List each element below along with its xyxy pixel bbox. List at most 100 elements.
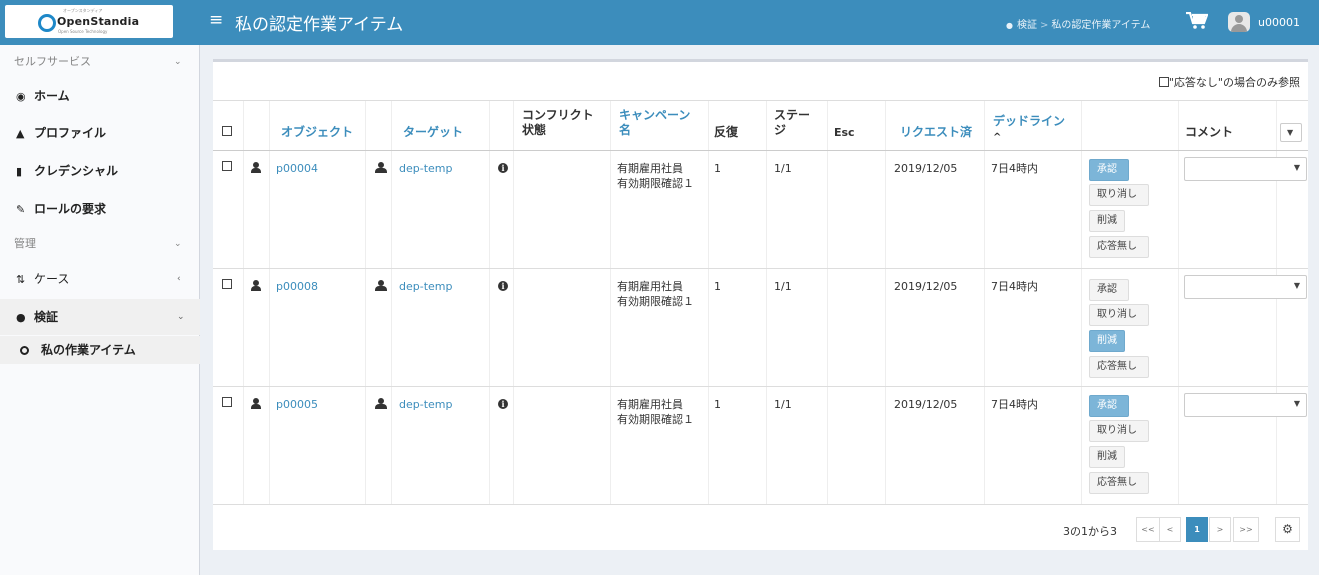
sidebar-section-label: 管理 (14, 237, 36, 250)
select-all-checkbox[interactable] (222, 126, 232, 136)
column-header-campaign[interactable]: キャンペーン名 (619, 108, 690, 138)
row-object-link[interactable]: p00005 (276, 397, 318, 412)
row-deadline: 7日4時内 (991, 280, 1038, 293)
approve-button[interactable]: 承認 (1089, 279, 1129, 301)
reduce-button[interactable]: 削減 (1089, 446, 1125, 468)
column-header-campaign-line1: キャンペーン (619, 108, 691, 122)
user-icon (251, 162, 261, 173)
no-answer-checkbox[interactable] (1158, 77, 1169, 87)
approve-button[interactable]: 承認 (1089, 159, 1129, 181)
no-answer-button[interactable]: 応答無し (1089, 236, 1149, 258)
row-comment-select[interactable]: ▼ (1184, 393, 1307, 417)
username[interactable]: u00001 (1258, 16, 1300, 29)
row-campaign-line2: 有効期限確認１ (617, 177, 694, 190)
row-iteration: 1 (714, 398, 721, 411)
info-icon[interactable]: i (498, 163, 508, 173)
column-header-conflict-line2: 状態 (522, 123, 547, 137)
sidebar-item-case[interactable]: ⇅ ケース ‹ (0, 261, 200, 297)
no-answer-filter-label: "応答なし"の場合のみ参照 (1168, 76, 1300, 89)
user-icon: ▲ (16, 127, 25, 140)
user-icon (251, 398, 261, 409)
column-header-stage-line1: ステー (774, 108, 811, 122)
prev-page-button[interactable]: < (1159, 517, 1181, 542)
top-header: オープンスタンディア OpenStandia Open Source Techn… (0, 0, 1319, 45)
row-target-link[interactable]: dep-temp (399, 279, 452, 294)
chevron-down-icon: ⌄ (177, 312, 185, 322)
sort-icon: ⇅ (16, 273, 26, 286)
info-icon[interactable]: i (498, 281, 508, 291)
next-page-button[interactable]: > (1209, 517, 1231, 542)
row-requested-date: 2019/12/05 (894, 398, 958, 411)
column-header-object[interactable]: オブジェクト (281, 125, 353, 140)
sidebar-item-label: ロールの要求 (34, 202, 107, 216)
no-answer-button[interactable]: 応答無し (1089, 472, 1149, 494)
approve-button[interactable]: 承認 (1089, 395, 1129, 417)
logo-text: OpenStandia (57, 15, 140, 28)
row-checkbox[interactable] (222, 397, 232, 407)
chevron-down-icon: ⌄ (174, 239, 182, 249)
no-answer-button[interactable]: 応答無し (1089, 356, 1149, 378)
sidebar-item-label: ケース (34, 272, 70, 286)
caret-down-icon: ▼ (1287, 128, 1294, 137)
column-header-conflict: コンフリクト 状態 (522, 108, 594, 138)
cart-icon[interactable] (1186, 11, 1209, 35)
breadcrumb-item-verify[interactable]: 検証 (1017, 20, 1037, 31)
menu-toggle-icon[interactable]: ≡ (209, 10, 223, 30)
first-page-button[interactable]: << (1136, 517, 1160, 542)
row-target-link[interactable]: dep-temp (399, 161, 452, 176)
column-header-stage: ステージ (774, 108, 810, 138)
logo[interactable]: オープンスタンディア OpenStandia Open Source Techn… (5, 5, 173, 38)
sidebar-section-admin[interactable]: 管理 ⌄ (0, 229, 200, 259)
row-object-link[interactable]: p00004 (276, 161, 318, 176)
sidebar-item-role-request[interactable]: ✎ ロールの要求 (0, 191, 200, 227)
row-comment-select[interactable]: ▼ (1184, 157, 1307, 181)
row-campaign-line1: 有期雇用社員 (617, 162, 683, 175)
row-target-link[interactable]: dep-temp (399, 397, 452, 412)
sidebar-item-home[interactable]: ◉ ホーム (0, 78, 200, 114)
sidebar-subitem-my-work-items[interactable]: 私の作業アイテム (0, 336, 200, 364)
pagination-info: 3の1から3 (1063, 525, 1117, 538)
sidebar-item-credentials[interactable]: ▮ クレデンシャル (0, 153, 200, 189)
breadcrumb: ● 検証 > 私の認定作業アイテム (1006, 20, 1151, 31)
user-avatar-icon[interactable] (1228, 12, 1250, 32)
column-options-dropdown[interactable]: ▼ (1280, 123, 1302, 142)
row-stage: 1/1 (774, 162, 792, 175)
row-checkbox[interactable] (222, 279, 232, 289)
column-header-requested[interactable]: リクエスト済 (900, 125, 972, 140)
column-header-conflict-line1: コンフリクト (522, 108, 594, 122)
column-header-deadline[interactable]: デッドライン ^ (993, 114, 1065, 145)
row-comment-select[interactable]: ▼ (1184, 275, 1307, 299)
revoke-button[interactable]: 取り消し (1089, 420, 1149, 442)
row-requested-date: 2019/12/05 (894, 280, 958, 293)
sidebar-item-verify[interactable]: ● 検証 ⌄ (0, 299, 200, 335)
row-checkbox[interactable] (222, 161, 232, 171)
page-1-button[interactable]: 1 (1186, 517, 1208, 542)
column-header-target[interactable]: ターゲット (403, 125, 463, 140)
sidebar-item-label: 私の作業アイテム (41, 343, 136, 357)
work-items-table: オブジェクト ターゲット コンフリクト 状態 キャンペーン名 反復 ステージ Es… (213, 100, 1308, 506)
row-requested-date: 2019/12/05 (894, 162, 958, 175)
sidebar: セルフサービス ⌄ ◉ ホーム ▲ プロファイル ▮ クレデンシャル ✎ ロールの要求 … (0, 45, 200, 575)
chevron-left-icon: ‹ (177, 274, 181, 284)
row-campaign-line1: 有期雇用社員 (617, 280, 683, 293)
sidebar-item-label: クレデンシャル (34, 164, 119, 178)
revoke-button[interactable]: 取り消し (1089, 184, 1149, 206)
row-iteration: 1 (714, 162, 721, 175)
reduce-button[interactable]: 削減 (1089, 330, 1125, 352)
revoke-button[interactable]: 取り消し (1089, 304, 1149, 326)
group-icon (375, 398, 387, 409)
no-answer-filter[interactable]: "応答なし"の場合のみ参照 (1158, 74, 1300, 90)
sidebar-section-self-service[interactable]: セルフサービス ⌄ (0, 47, 200, 77)
reduce-button[interactable]: 削減 (1089, 210, 1125, 232)
row-campaign: 有期雇用社員 有効期限確認１ (617, 397, 694, 427)
gear-icon[interactable]: ⚙ (1275, 517, 1300, 542)
last-page-button[interactable]: >> (1233, 517, 1259, 542)
sidebar-item-profile[interactable]: ▲ プロファイル (0, 115, 200, 151)
sort-ascending-icon: ^ (993, 132, 1002, 143)
column-header-iteration: 反復 (714, 125, 739, 139)
info-icon[interactable]: i (498, 399, 508, 409)
row-object-link[interactable]: p00008 (276, 279, 318, 294)
column-header-esc: Esc (834, 126, 855, 139)
chevron-down-icon: ⌄ (174, 57, 182, 67)
group-icon (375, 280, 387, 291)
